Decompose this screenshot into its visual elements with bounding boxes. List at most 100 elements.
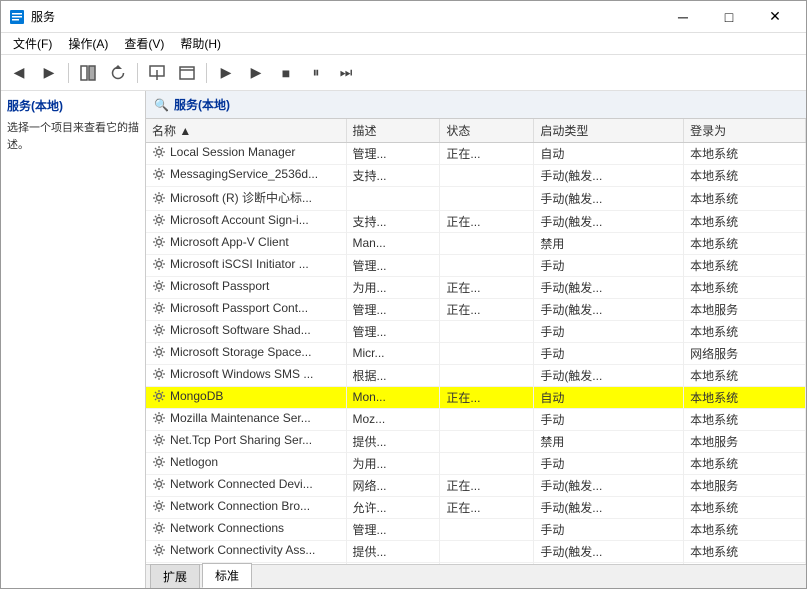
service-status: 正在...: [440, 496, 534, 518]
service-startup: 手动(触发...: [534, 474, 684, 496]
service-desc: 提供...: [346, 430, 440, 452]
menu-file[interactable]: 文件(F): [5, 33, 60, 54]
show-hide-button[interactable]: [74, 59, 102, 87]
table-row[interactable]: MongoDBMon...正在...自动本地系统: [146, 386, 806, 408]
table-row[interactable]: Network Connected Devi...网络...正在...手动(触发…: [146, 474, 806, 496]
service-status: [440, 187, 534, 211]
table-row[interactable]: Net.Tcp Port Sharing Ser...提供... 禁用本地服务: [146, 430, 806, 452]
service-name: Net.Tcp Port Sharing Ser...: [146, 430, 346, 452]
refresh-button[interactable]: [104, 59, 132, 87]
service-desc: Mon...: [346, 386, 440, 408]
table-row[interactable]: Microsoft (R) 诊断中心标...手动(触发...本地系统: [146, 187, 806, 211]
service-name: Microsoft Software Shad...: [146, 320, 346, 342]
table-row[interactable]: Microsoft Windows SMS ...根据...手动(触发...本地…: [146, 364, 806, 386]
menu-bar: 文件(F) 操作(A) 查看(V) 帮助(H): [1, 33, 806, 55]
service-startup: 自动: [534, 143, 684, 165]
service-startup: 手动: [534, 452, 684, 474]
table-row[interactable]: Microsoft Account Sign-i...支持...正在...手动(…: [146, 210, 806, 232]
service-status: 正在...: [440, 386, 534, 408]
menu-view[interactable]: 查看(V): [116, 33, 172, 54]
service-name: Network Connection Bro...: [146, 496, 346, 518]
service-name: Microsoft iSCSI Initiator ...: [146, 254, 346, 276]
table-row[interactable]: Microsoft Software Shad...管理...手动本地系统: [146, 320, 806, 342]
service-desc: Micr...: [346, 342, 440, 364]
service-login: 本地系统: [684, 496, 806, 518]
bottom-tabs: 扩展 标准: [146, 564, 806, 588]
toolbar-sep-1: [68, 63, 69, 83]
service-status: [440, 430, 534, 452]
col-status[interactable]: 状态: [440, 119, 534, 143]
service-login: 本地系统: [684, 187, 806, 211]
table-row[interactable]: Netlogon为用...手动本地系统: [146, 452, 806, 474]
table-row[interactable]: Microsoft Passport Cont...管理...正在...手动(触…: [146, 298, 806, 320]
stop-button[interactable]: ■: [272, 59, 300, 87]
service-desc: 管理...: [346, 298, 440, 320]
menu-help[interactable]: 帮助(H): [172, 33, 229, 54]
service-status: [440, 232, 534, 254]
col-desc[interactable]: 描述: [346, 119, 440, 143]
service-startup: 手动: [534, 518, 684, 540]
back-button[interactable]: ◀: [5, 59, 33, 87]
table-row[interactable]: Network Connection Bro...允许...正在...手动(触发…: [146, 496, 806, 518]
play2-button[interactable]: ▶: [242, 59, 270, 87]
table-row[interactable]: Network Connections管理...手动本地系统: [146, 518, 806, 540]
service-status: 正在...: [440, 210, 534, 232]
table-row[interactable]: Local Session Manager管理...正在...自动本地系统: [146, 143, 806, 165]
table-row[interactable]: Microsoft iSCSI Initiator ...管理...手动本地系统: [146, 254, 806, 276]
main-window: 服务 ─ □ ✕ 文件(F) 操作(A) 查看(V) 帮助(H) ◀ ▶ ▶: [0, 0, 807, 589]
service-desc: 网络...: [346, 474, 440, 496]
tab-standard[interactable]: 标准: [202, 563, 252, 588]
minimize-button[interactable]: ─: [660, 1, 706, 33]
service-name: MongoDB: [146, 386, 346, 408]
forward-button[interactable]: ▶: [35, 59, 63, 87]
service-status: [440, 320, 534, 342]
menu-action[interactable]: 操作(A): [60, 33, 116, 54]
table-header: 名称 ▲ 描述 状态 启动类型 登录为: [146, 119, 806, 143]
pause-button[interactable]: ⏸: [302, 59, 330, 87]
table-row[interactable]: Mozilla Maintenance Ser...Moz...手动本地系统: [146, 408, 806, 430]
properties-button[interactable]: [173, 59, 201, 87]
service-name: Microsoft (R) 诊断中心标...: [146, 187, 346, 211]
services-table[interactable]: 名称 ▲ 描述 状态 启动类型 登录为 Local Session Manage…: [146, 119, 806, 564]
table-row[interactable]: Microsoft App-V ClientMan...禁用本地系统: [146, 232, 806, 254]
service-desc: Moz...: [346, 408, 440, 430]
table-row[interactable]: MessagingService_2536d...支持... 手动(触发...本地…: [146, 165, 806, 187]
service-startup: 禁用: [534, 430, 684, 452]
service-desc: 支持...: [346, 165, 440, 187]
table-row[interactable]: Microsoft Passport为用...正在...手动(触发...本地系统: [146, 276, 806, 298]
col-login[interactable]: 登录为: [684, 119, 806, 143]
service-startup: 手动(触发...: [534, 210, 684, 232]
play-button[interactable]: ▶: [212, 59, 240, 87]
service-status: 正在...: [440, 276, 534, 298]
resume-button[interactable]: ⏭: [332, 59, 360, 87]
left-panel: 服务(本地) 选择一个项目来查看它的描述。: [1, 91, 146, 588]
service-login: 本地系统: [684, 232, 806, 254]
close-button[interactable]: ✕: [752, 1, 798, 33]
service-status: [440, 254, 534, 276]
left-panel-title: 服务(本地): [7, 97, 139, 114]
service-name: Microsoft Account Sign-i...: [146, 210, 346, 232]
service-startup: 手动: [534, 408, 684, 430]
col-startup[interactable]: 启动类型: [534, 119, 684, 143]
service-name: Netlogon: [146, 452, 346, 474]
service-startup: 手动: [534, 254, 684, 276]
service-status: [440, 165, 534, 187]
table-row[interactable]: Microsoft Storage Space...Micr...手动网络服务: [146, 342, 806, 364]
service-status: [440, 452, 534, 474]
service-desc: 允许...: [346, 496, 440, 518]
col-name[interactable]: 名称 ▲: [146, 119, 346, 143]
service-login: 本地服务: [684, 430, 806, 452]
maximize-button[interactable]: □: [706, 1, 752, 33]
service-name: MessagingService_2536d...: [146, 165, 346, 187]
service-desc: 根据...: [346, 364, 440, 386]
service-name: Local Session Manager: [146, 143, 346, 165]
service-startup: 手动(触发...: [534, 165, 684, 187]
main-panel: 🔍 服务(本地) 名称 ▲ 描述 状态 启动类型 登录为: [146, 91, 806, 588]
export-button[interactable]: [143, 59, 171, 87]
service-login: 本地系统: [684, 143, 806, 165]
tab-expand[interactable]: 扩展: [150, 564, 200, 588]
service-login: 本地系统: [684, 408, 806, 430]
table-row[interactable]: Network Connectivity Ass...提供...手动(触发...…: [146, 540, 806, 562]
service-status: [440, 518, 534, 540]
service-login: 本地系统: [684, 165, 806, 187]
